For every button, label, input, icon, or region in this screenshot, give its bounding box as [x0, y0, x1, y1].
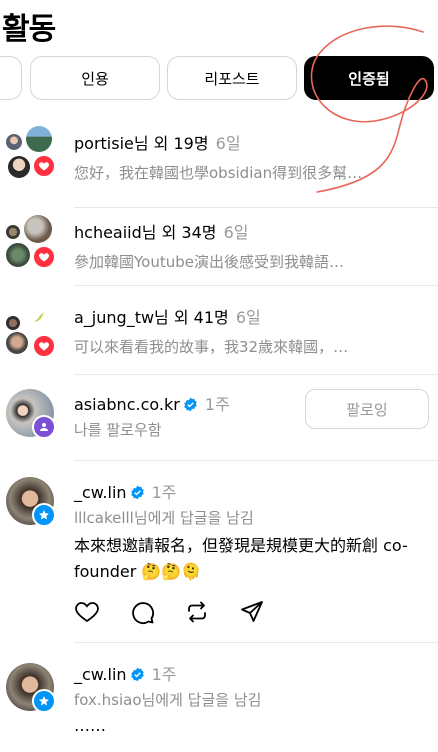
star-icon — [32, 689, 56, 713]
notification-row[interactable]: _cw.lin 1주 fox.hsiao님에게 답글을 남김 …… — [0, 643, 438, 752]
following-button[interactable]: 팔로잉 — [305, 389, 429, 429]
heart-icon[interactable] — [74, 599, 100, 625]
filter-tabs: 인용 리포스트 인증됨 — [0, 56, 438, 100]
verified-icon — [184, 397, 197, 412]
reply-text[interactable]: …… — [74, 713, 414, 739]
timestamp: 1주 — [204, 395, 230, 414]
avatar — [6, 332, 28, 354]
avatar — [6, 316, 20, 330]
avatar — [24, 215, 52, 243]
tab-verified[interactable]: 인증됨 — [304, 56, 434, 100]
timestamp: 1주 — [151, 483, 177, 502]
page-title: 활동 — [2, 12, 56, 47]
timestamp: 6일 — [215, 134, 241, 153]
notification-row[interactable]: hcheaiid님 외 34명 6일 參加韓國Youtube演出後感受到我韓語… — [0, 207, 438, 297]
tab-reposts[interactable]: 리포스트 — [167, 56, 297, 100]
reply-context: lllcakelll님에게 답글을 남김 — [74, 509, 254, 527]
avatar-group — [4, 304, 62, 362]
avatar — [6, 225, 20, 239]
timestamp: 1주 — [151, 665, 177, 684]
timestamp: 6일 — [235, 308, 261, 327]
avatar-group — [4, 126, 62, 184]
post-preview: 您好，我在韓國也學obsidian得到很多幫… — [74, 164, 363, 182]
share-icon[interactable] — [239, 599, 265, 625]
verified-icon — [130, 667, 144, 682]
avatar-group — [4, 215, 62, 273]
star-icon — [32, 503, 56, 527]
avatar — [28, 306, 50, 328]
tab-partial[interactable] — [0, 56, 22, 100]
post-preview: 參加韓國Youtube演出後感受到我韓語… — [74, 253, 344, 271]
comment-icon[interactable] — [129, 599, 155, 625]
notification-row[interactable]: portisie님 외 19명 6일 您好，我在韓國也學obsidian得到很多… — [0, 118, 438, 208]
notification-row[interactable]: asiabnc.co.kr 1주 나를 팔로우함 팔로잉 — [0, 375, 438, 461]
heart-icon — [32, 334, 56, 358]
timestamp: 6일 — [223, 223, 249, 242]
avatar — [8, 156, 30, 178]
notification-summary: 님 외 19명 — [133, 134, 209, 153]
notification-row[interactable]: _cw.lin 1주 lllcakelll님에게 답글을 남김 本來想邀請報名，… — [0, 461, 438, 643]
reply-text[interactable]: 本來想邀請報名，但發現是規模更大的新創 co-founder 🤔🤔🫠 — [74, 533, 414, 585]
avatar-group — [4, 661, 62, 719]
avatar-group — [4, 387, 62, 445]
username[interactable]: _cw.lin — [74, 665, 127, 684]
username[interactable]: portisie — [74, 134, 134, 153]
username[interactable]: _cw.lin — [74, 483, 127, 502]
heart-icon — [32, 245, 56, 269]
repost-icon[interactable] — [184, 599, 210, 625]
avatar — [6, 243, 30, 267]
username[interactable]: a_jung_tw — [74, 308, 154, 327]
post-preview: 可以來看看我的故事，我32歲來韓國，… — [74, 338, 349, 356]
heart-icon — [32, 154, 56, 178]
divider — [74, 285, 438, 286]
avatar — [26, 126, 52, 152]
notification-summary: 님 외 34명 — [141, 223, 217, 242]
notification-row[interactable]: a_jung_tw님 외 41명 6일 可以來看看我的故事，我32歲來韓國，… — [0, 296, 438, 376]
username[interactable]: asiabnc.co.kr — [74, 395, 180, 414]
person-icon — [32, 415, 56, 439]
avatar-group — [4, 475, 62, 533]
username[interactable]: hcheaiid — [74, 223, 142, 242]
tab-quotes[interactable]: 인용 — [30, 56, 160, 100]
notification-summary: 님 외 41명 — [154, 308, 229, 327]
avatar — [6, 134, 22, 150]
post-actions — [74, 599, 265, 625]
reply-context: fox.hsiao님에게 답글을 남김 — [74, 691, 262, 709]
verified-icon — [130, 485, 144, 500]
